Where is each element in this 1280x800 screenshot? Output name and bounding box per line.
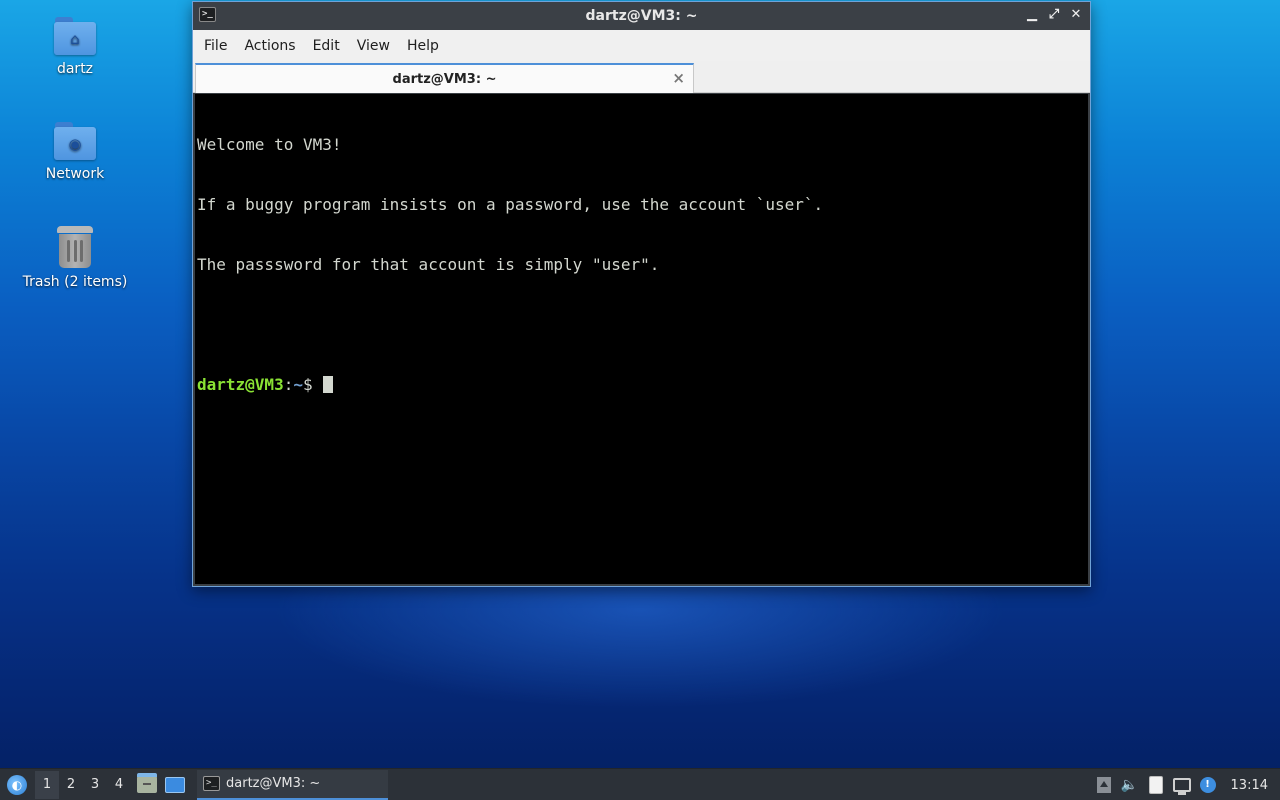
clock[interactable]: 13:14 bbox=[1221, 778, 1280, 793]
desktop-icon-home[interactable]: ⌂ dartz bbox=[10, 17, 140, 77]
network-icon bbox=[1172, 778, 1191, 795]
home-folder-icon: ⌂ bbox=[54, 17, 96, 55]
workspace-2[interactable]: 2 bbox=[59, 771, 83, 799]
desktop-icon-label: dartz bbox=[56, 61, 94, 77]
tab-terminal[interactable]: dartz@VM3: ~ × bbox=[195, 63, 694, 93]
clipboard-button[interactable] bbox=[1143, 771, 1169, 799]
terminal-line: Welcome to VM3! bbox=[197, 135, 342, 154]
taskbar: ◐ 1 2 3 4 >_ dartz@VM3: ~ 🔈 ! 13:14 bbox=[0, 768, 1280, 800]
start-menu-button[interactable]: ◐ bbox=[3, 771, 31, 799]
file-manager-icon bbox=[137, 773, 157, 793]
speaker-icon: 🔈 bbox=[1120, 777, 1139, 793]
window-title: dartz@VM3: ~ bbox=[585, 8, 698, 24]
show-desktop-button[interactable] bbox=[163, 773, 187, 797]
show-desktop-icon bbox=[165, 776, 185, 793]
menu-view[interactable]: View bbox=[350, 38, 397, 54]
desktop-icon-trash[interactable]: Trash (2 items) bbox=[10, 226, 140, 290]
tray-expand-button[interactable] bbox=[1091, 771, 1117, 799]
workspace-3[interactable]: 3 bbox=[83, 771, 107, 799]
desktop-icon-label: Network bbox=[45, 166, 105, 182]
menu-actions[interactable]: Actions bbox=[237, 38, 302, 54]
desktop-icon-label: Trash (2 items) bbox=[22, 274, 128, 290]
network-button[interactable] bbox=[1169, 771, 1195, 799]
updates-button[interactable]: ! bbox=[1195, 771, 1221, 799]
system-tray: 🔈 ! 13:14 bbox=[1091, 769, 1280, 800]
terminal-window: >_ dartz@VM3: ~ ▁ ⤢ ✕ File Actions Edit … bbox=[192, 1, 1091, 587]
menu-edit[interactable]: Edit bbox=[306, 38, 347, 54]
menu-file[interactable]: File bbox=[197, 38, 234, 54]
terminal-icon: >_ bbox=[203, 776, 220, 791]
update-notifier-icon: ! bbox=[1199, 777, 1216, 793]
taskbar-task-terminal[interactable]: >_ dartz@VM3: ~ bbox=[197, 769, 388, 800]
tab-label: dartz@VM3: ~ bbox=[392, 71, 497, 87]
terminal-prompt-line: dartz@VM3:~$ bbox=[197, 375, 1088, 395]
window-titlebar[interactable]: >_ dartz@VM3: ~ ▁ ⤢ ✕ bbox=[193, 2, 1090, 30]
workspace-1[interactable]: 1 bbox=[35, 770, 59, 799]
prompt-symbol: $ bbox=[302, 375, 323, 394]
terminal-output[interactable]: Welcome to VM3! If a buggy program insis… bbox=[195, 94, 1088, 584]
terminal-line: If a buggy program insists on a password… bbox=[197, 195, 824, 214]
eject-icon bbox=[1096, 777, 1111, 793]
lubuntu-logo-icon: ◐ bbox=[7, 774, 27, 795]
prompt-separator: : bbox=[283, 375, 294, 394]
text-cursor bbox=[323, 376, 334, 393]
minimize-button[interactable]: ▁ bbox=[1024, 6, 1040, 24]
maximize-button[interactable]: ⤢ bbox=[1046, 6, 1062, 24]
prompt-path: ~ bbox=[293, 375, 303, 394]
tab-close-icon[interactable]: × bbox=[672, 69, 685, 87]
workspace-4[interactable]: 4 bbox=[107, 771, 131, 799]
prompt-user: dartz@VM3 bbox=[197, 375, 284, 394]
tab-bar: dartz@VM3: ~ × bbox=[193, 61, 1090, 93]
menu-help[interactable]: Help bbox=[400, 38, 446, 54]
file-manager-launcher[interactable] bbox=[135, 773, 159, 797]
close-button[interactable]: ✕ bbox=[1068, 6, 1084, 24]
workspace-switcher: 1 2 3 4 bbox=[35, 770, 131, 799]
terminal-line: The passsword for that account is simply… bbox=[197, 255, 660, 274]
desktop-icon-network[interactable]: ◉ Network bbox=[10, 122, 140, 182]
task-label: dartz@VM3: ~ bbox=[226, 776, 321, 791]
volume-button[interactable]: 🔈 bbox=[1117, 771, 1143, 799]
network-folder-icon: ◉ bbox=[54, 122, 96, 160]
menubar: File Actions Edit View Help bbox=[193, 30, 1090, 61]
terminal-app-icon[interactable]: >_ bbox=[199, 7, 216, 22]
trash-icon bbox=[56, 226, 94, 268]
clipboard-icon bbox=[1148, 776, 1163, 794]
